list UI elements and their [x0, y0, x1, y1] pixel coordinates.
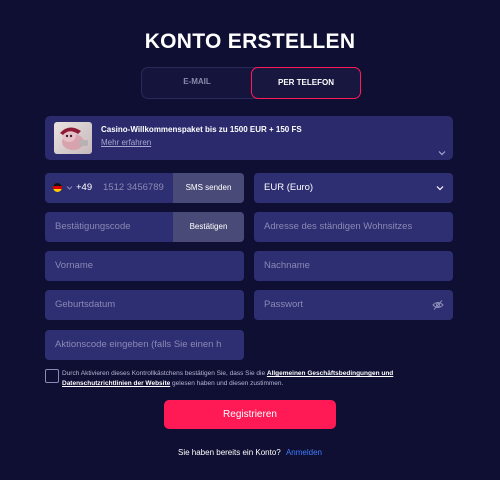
chevron-down-icon[interactable]	[437, 148, 447, 158]
login-link[interactable]: Anmelden	[286, 448, 322, 457]
currency-select[interactable]: EUR (Euro)	[254, 173, 453, 203]
welcome-bonus-selector[interactable]: Casino-Willkommenspaket bis zu 1500 EUR …	[45, 116, 453, 160]
birthdate-placeholder: Geburtsdatum	[55, 299, 116, 310]
verification-code-input[interactable]: Bestätigungscode	[55, 212, 131, 242]
address-input[interactable]: Adresse des ständigen Wohnsitzes	[254, 212, 453, 242]
login-prompt-text: Sie haben bereits ein Konto?	[177, 448, 281, 457]
bonus-title: Casino-Willkommenspaket bis zu 1500 EUR …	[101, 125, 302, 134]
register-button[interactable]: Registrieren	[164, 400, 336, 429]
address-placeholder: Adresse des ständigen Wohnsitzes	[264, 221, 413, 232]
currency-value: EUR (Euro)	[264, 182, 314, 193]
birthdate-input[interactable]: Geburtsdatum	[45, 290, 244, 320]
promo-code-input[interactable]: Aktionscode eingeben (falls Sie einen h	[45, 330, 244, 360]
last-name-input[interactable]: Nachname	[254, 251, 453, 281]
tab-phone[interactable]: PER TELEFON	[251, 67, 361, 99]
last-name-placeholder: Nachname	[264, 260, 310, 271]
bonus-more-info-link[interactable]: Mehr erfahren	[101, 138, 151, 147]
terms-checkbox[interactable]	[45, 369, 59, 383]
confirm-code-button[interactable]: Bestätigen	[173, 212, 244, 242]
first-name-placeholder: Vorname	[55, 260, 94, 271]
registration-method-tabs: E-MAIL PER TELEFON	[141, 67, 361, 99]
chevron-down-icon	[436, 186, 444, 191]
country-code[interactable]: +49	[76, 173, 92, 203]
password-input[interactable]: Passwort	[254, 290, 453, 320]
bonus-promo-image	[54, 122, 92, 154]
first-name-input[interactable]: Vorname	[45, 251, 244, 281]
send-sms-button[interactable]: SMS senden	[173, 173, 244, 203]
tab-email[interactable]: E-MAIL	[142, 67, 252, 99]
login-prompt: Sie haben bereits ein Konto? Anmelden	[0, 448, 500, 457]
consent-text-before: Durch Aktivieren dieses Kontrollkästchen…	[62, 370, 267, 377]
page-title: KONTO ERSTELLEN	[144, 30, 356, 53]
verification-code-field: Bestätigungscode Bestätigen	[45, 212, 244, 242]
password-placeholder: Passwort	[264, 299, 304, 310]
germany-flag-icon[interactable]	[53, 183, 62, 192]
eye-off-icon[interactable]	[432, 299, 444, 311]
promo-code-placeholder: Aktionscode eingeben (falls Sie einen h	[55, 339, 222, 350]
terms-consent-text: Durch Aktivieren dieses Kontrollkästchen…	[62, 369, 412, 389]
consent-text-after: gelesen haben und diesen zustimmen.	[170, 380, 284, 387]
phone-input[interactable]: 1512 3456789	[103, 173, 164, 203]
chevron-down-icon[interactable]	[66, 184, 73, 191]
phone-field: +49 1512 3456789 SMS senden	[45, 173, 244, 203]
